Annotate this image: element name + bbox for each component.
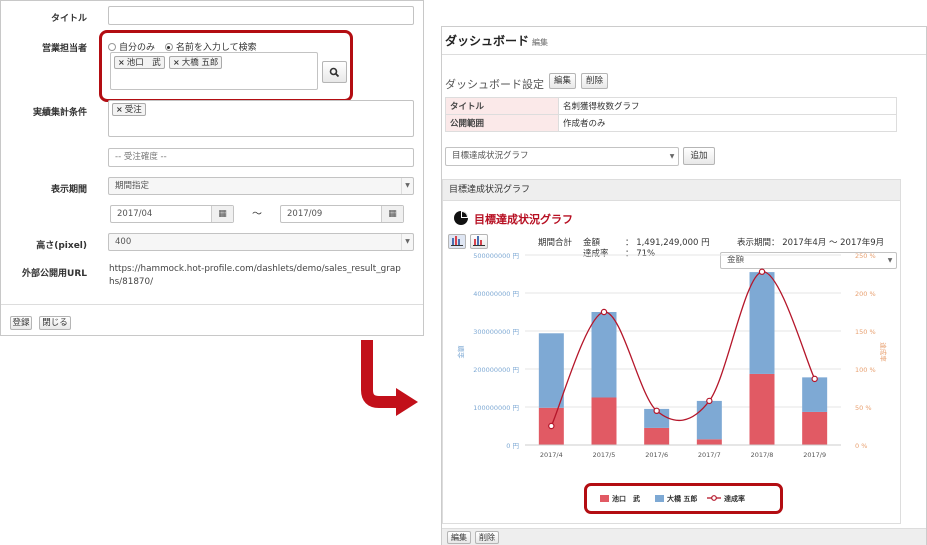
rate-point-5: [758, 268, 766, 275]
close-button[interactable]: 閉じる: [39, 316, 71, 330]
period-select-value: 期間指定: [115, 181, 150, 191]
x-tick-label: 2017/7: [698, 451, 721, 459]
rate-line: [550, 271, 816, 427]
bar-segment-2-series-1: [591, 397, 617, 445]
url-label: 外部公開用URL: [22, 269, 87, 279]
period-select[interactable]: 期間指定 ▼: [108, 177, 414, 195]
bar-segment-5-series-2: [749, 272, 775, 374]
info-value: 作成者のみ: [558, 114, 897, 132]
dashboard-edit-link[interactable]: 編集: [532, 38, 548, 47]
x-tick-label: 2017/6: [645, 451, 668, 459]
y-left-axis-label: 金額: [456, 345, 465, 359]
table-row: 公開範囲 作成者のみ: [445, 114, 897, 132]
legend-highlight-box: [584, 483, 783, 514]
footer-delete-button[interactable]: 削除: [475, 531, 499, 544]
settings-delete-button[interactable]: 削除: [581, 73, 608, 89]
condition-tag-label: 受注: [124, 105, 142, 115]
date-from-input[interactable]: 2017/04 ▦: [110, 205, 234, 223]
y-left-tick-label: 400000000 円: [473, 290, 519, 298]
public-url-line: https://hammock.hot-profile.com/dashlets…: [109, 264, 401, 274]
date-to-value: 2017/09: [287, 209, 323, 219]
achievement-chart: 0 円 100000000 円 200000000 円 300000000 円 4000…: [456, 252, 888, 503]
y-right-tick-label: 150 %: [855, 328, 876, 336]
x-tick-label: 2017/8: [751, 451, 774, 459]
height-label: 高さ(pixel): [36, 241, 87, 251]
highlight-box: [99, 30, 353, 102]
calendar-icon[interactable]: ▦: [381, 206, 403, 222]
y-right-tick-label: 100 %: [855, 366, 876, 374]
bar-segment-4-series-1: [696, 439, 722, 445]
height-select-value: 400: [115, 237, 132, 247]
y-right-tick-label: 0 %: [855, 442, 867, 450]
title-label: タイトル: [50, 14, 87, 24]
y-left-tick-label: 500000000 円: [473, 252, 519, 260]
info-label: タイトル: [445, 97, 559, 115]
footer-edit-button[interactable]: 編集: [447, 531, 471, 544]
graph-card: 目標達成状況グラフ 目標達成状況グラフ 期間合計 金額 ： 1,491,249,…: [442, 179, 901, 524]
rate-point-1: [548, 422, 555, 430]
y-right-tick-label: 250 %: [855, 252, 876, 260]
graph-select[interactable]: 目標達成状況グラフ ▼: [445, 147, 679, 166]
public-url[interactable]: https://hammock.hot-profile.com/dashlets…: [109, 263, 419, 289]
settings-label: ダッシュボード設定: [445, 78, 544, 91]
sales-label: 営業担当者: [41, 44, 87, 54]
condition-tag[interactable]: × 受注: [112, 103, 146, 116]
y-right-tick-label: 200 %: [855, 290, 876, 298]
add-button[interactable]: 追加: [683, 147, 715, 165]
form-panel: タイトル 営業担当者 自分のみ 名前を入力して検索 × 池口 武 × 大橋 五郎 実…: [0, 0, 424, 336]
height-select[interactable]: 400 ▼: [108, 233, 414, 251]
order-probability-select[interactable]: -- 受注確度 --: [108, 148, 414, 167]
bar-segment-6-series-2: [802, 377, 828, 412]
settings-edit-button[interactable]: 編集: [549, 73, 576, 89]
x-tick-label: 2017/5: [593, 451, 616, 459]
date-from-value: 2017/04: [117, 209, 153, 219]
y-left-tick-label: 0 円: [506, 442, 519, 450]
y-left-tick-label: 300000000 円: [473, 328, 519, 336]
public-url-line: hs/81870/: [109, 277, 154, 287]
flow-arrow-icon: [361, 340, 418, 416]
bar-segment-1-series-2: [538, 333, 564, 408]
card-footer: 編集 削除: [442, 528, 926, 545]
results-condition-input[interactable]: × 受注: [108, 100, 414, 137]
period-label: 表示期間: [50, 185, 87, 195]
calendar-icon[interactable]: ▦: [211, 206, 233, 222]
register-button[interactable]: 登録: [10, 316, 32, 330]
chevron-down-icon: ▼: [669, 153, 675, 160]
info-label: 公開範囲: [445, 114, 559, 132]
y-right-axis-label: 達成率: [879, 342, 888, 362]
bar-segment-5-series-1: [749, 373, 775, 445]
table-row: タイトル 名刺獲得枚数グラフ: [445, 97, 897, 115]
chevron-down-icon: ▼: [401, 178, 413, 194]
dashboard-title-text: ダッシュボード: [445, 34, 530, 48]
info-table: タイトル 名刺獲得枚数グラフ 公開範囲 作成者のみ: [445, 97, 897, 132]
y-left-tick-label: 200000000 円: [473, 366, 519, 374]
dashboard-title: ダッシュボード 編集: [445, 32, 548, 49]
bar-segment-2-series-2: [591, 312, 617, 398]
range-tilde: ～: [252, 209, 262, 220]
rate-point-4: [706, 397, 713, 405]
remove-icon[interactable]: ×: [116, 105, 123, 114]
graph-select-value: 目標達成状況グラフ: [452, 151, 529, 161]
bar-segment-4-series-2: [696, 400, 722, 440]
divider: [1, 304, 423, 305]
bar-segment-6-series-1: [802, 411, 828, 445]
x-tick-label: 2017/9: [803, 451, 826, 459]
x-tick-label: 2017/4: [540, 451, 563, 459]
dashboard-panel: ダッシュボード 編集 ダッシュボード設定 編集 削除 タイトル 名刺獲得枚数グラフ …: [441, 26, 927, 545]
results-label: 実績集計条件: [32, 108, 87, 118]
rate-point-2: [600, 308, 608, 316]
info-value: 名刺獲得枚数グラフ: [558, 97, 897, 115]
chevron-down-icon: ▼: [401, 234, 413, 250]
divider: [442, 54, 926, 55]
title-input[interactable]: [108, 6, 414, 25]
rate-point-6: [811, 375, 818, 383]
y-right-tick-label: 50 %: [855, 404, 872, 412]
y-left-tick-label: 100000000 円: [473, 404, 519, 412]
bar-segment-3-series-1: [644, 427, 670, 445]
date-to-input[interactable]: 2017/09 ▦: [280, 205, 404, 223]
rate-point-3: [653, 407, 660, 414]
